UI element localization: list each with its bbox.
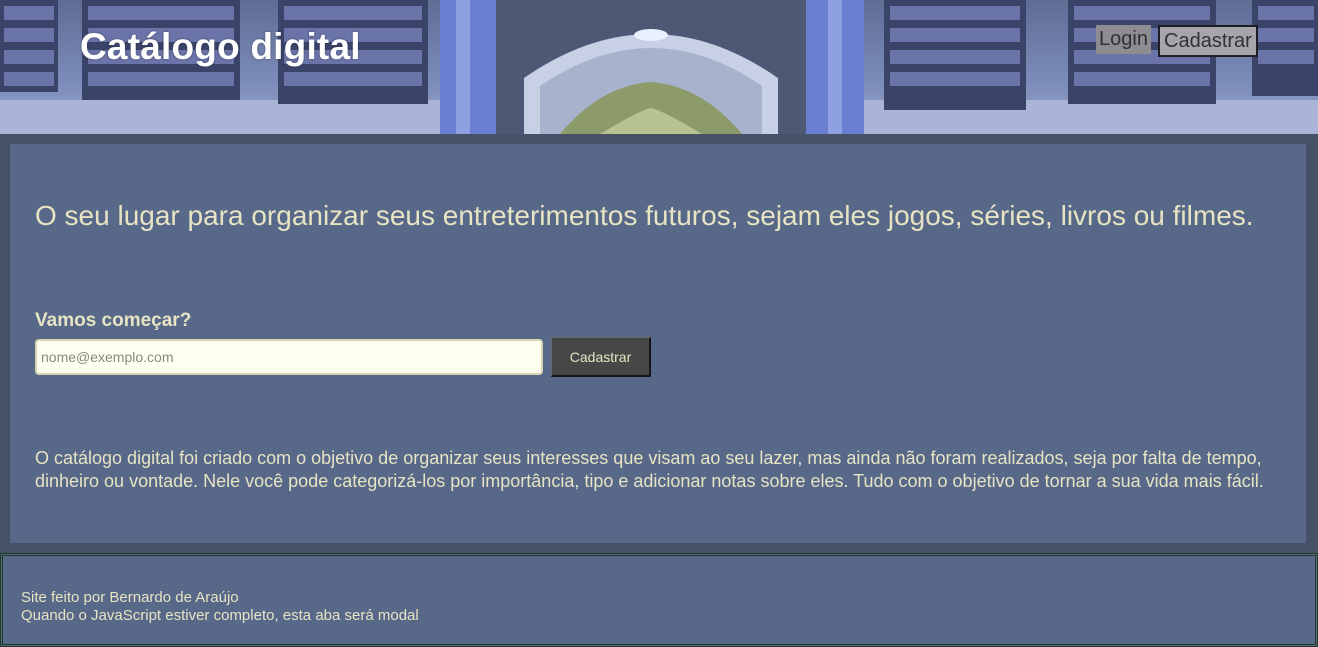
login-button[interactable]: Login (1096, 25, 1151, 54)
footer-note: Quando o JavaScript estiver completo, es… (21, 607, 419, 624)
description-text: O catálogo digital foi criado com o obje… (35, 448, 1264, 491)
header-banner: Catálogo digital Login Cadastrar (0, 0, 1318, 134)
signup-header-button[interactable]: Cadastrar (1158, 25, 1258, 57)
email-input[interactable] (35, 339, 543, 375)
site-title: Catálogo digital (80, 26, 361, 67)
signup-main-button[interactable]: Cadastrar (551, 337, 651, 377)
footer: Site feito por Bernardo de Araújo Quando… (0, 553, 1318, 647)
footer-credit: Site feito por Bernardo de Araújo (21, 589, 239, 606)
start-label: Vamos começar? (35, 310, 192, 331)
main-panel: O seu lugar para organizar seus entreter… (10, 144, 1306, 543)
tagline-heading: O seu lugar para organizar seus entreter… (35, 200, 1254, 231)
